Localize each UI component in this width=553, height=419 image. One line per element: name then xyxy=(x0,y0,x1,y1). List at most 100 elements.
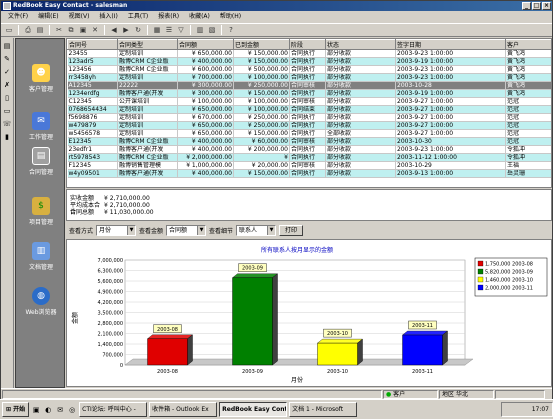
legend-entry: 2,000,000 2003-11 xyxy=(485,286,533,292)
table-cell: 黄飞鸿 xyxy=(505,73,551,82)
column-header[interactable]: 合同号 xyxy=(67,39,118,50)
y-tick-label: 700,000 xyxy=(102,353,123,359)
outlook-item-work[interactable]: ✉ 工作管理 xyxy=(16,112,66,141)
column-header[interactable]: 合同额 xyxy=(177,39,234,50)
ie-icon[interactable]: ◐ xyxy=(43,405,53,415)
table-row[interactable]: rr3458yh 定制培训 ¥ 700,000.00 ¥ 100,000.00 合同执行… xyxy=(67,73,551,82)
table-row[interactable]: rt5978543 融博CRM C企业版 ¥ 2,000,000.00 ¥ 合同执行 部分… xyxy=(67,153,551,162)
copy-icon[interactable]: ⧉ xyxy=(66,25,76,35)
outlook-item-customers[interactable]: ☻ 客户管理 xyxy=(16,64,66,93)
minimize-button[interactable]: _ xyxy=(522,2,531,10)
table-row[interactable]: w479879 定制培训 ¥ 650,000.00 ¥ 250,000.00 合同执行部… xyxy=(67,121,551,130)
table-row[interactable]: f5698876 定制培训 ¥ 670,000.00 ¥ 250,000.00 合同执行… xyxy=(67,113,551,122)
new-icon[interactable]: ▭ xyxy=(4,25,14,35)
amount-value: 合同额 xyxy=(169,226,188,234)
paste-icon[interactable]: ▣ xyxy=(78,25,88,35)
table-cell: ¥ 150,000.00 xyxy=(233,57,290,66)
calendar-icon[interactable]: ▥ xyxy=(195,25,205,35)
mark-icon[interactable]: ✓ xyxy=(2,67,12,77)
y-tick-label: 2,800,000 xyxy=(98,321,123,327)
grid-view-icon[interactable]: ▦ xyxy=(152,25,162,35)
outlook-item-documents[interactable]: ▥ 文档管理 xyxy=(16,242,66,271)
pen-icon[interactable]: ✎ xyxy=(2,54,12,64)
table-row[interactable]: w5456578 定制培训 ¥ 650,000.00 ¥ 150,000.00 合同执行… xyxy=(67,129,551,138)
table-cell: 2003-10-29 xyxy=(395,161,506,170)
outlook-item-projects[interactable]: $ 项目管理 xyxy=(16,197,66,226)
outlook-item-web[interactable]: ◍ Web浏览器 xyxy=(16,287,66,316)
table-cell: w4y09501 xyxy=(67,169,118,178)
bookmark-icon[interactable]: ▮ xyxy=(2,132,12,142)
table-row[interactable]: 23455 定制培训 ¥ 650,000.00 ¥ 150,000.00 合同执行 部分收… xyxy=(67,49,551,58)
view-mode-select[interactable]: 月份 ▼ xyxy=(96,224,137,236)
table-row[interactable]: A12345 22222 ¥ 300,000.00 ¥ 250,000.00 合同审核部… xyxy=(67,81,551,90)
outlook-item-contracts[interactable]: ▤ 合同管理 xyxy=(16,147,66,176)
table-cell: 23455 xyxy=(67,49,118,58)
column-header[interactable]: 已到金额 xyxy=(233,39,290,50)
task-button[interactable]: 收件箱 - Outlook Ex xyxy=(149,402,218,417)
cut-icon[interactable]: ✂ xyxy=(54,25,64,35)
table-cell: 合同执行 xyxy=(289,145,326,154)
menu-help[interactable]: 帮助(H) xyxy=(215,12,246,22)
doc-icon[interactable]: ▯ xyxy=(2,93,12,103)
table-row[interactable]: 1234erdfg 融博客户通(开发 ¥ 300,000.00 ¥ 150,000.0… xyxy=(67,89,551,98)
cross-icon[interactable]: ✗ xyxy=(2,80,12,90)
print-icon[interactable]: ⎙ xyxy=(23,25,33,35)
table-row[interactable]: E12345 融博CRM C企业版 ¥ 400,000.00 ¥ 60,000.00 合… xyxy=(67,137,551,146)
outlook-icon[interactable]: ✉ xyxy=(55,405,65,415)
menu-edit[interactable]: 编辑(E) xyxy=(33,12,63,22)
column-header[interactable]: 合同类型 xyxy=(117,39,178,50)
table-row[interactable]: C12345 公开课培训 ¥ 100,000.00 ¥ 100,000.00 合同审核部… xyxy=(67,97,551,106)
table-cell: 部分收款 xyxy=(325,121,396,130)
filter-icon[interactable]: ▽ xyxy=(176,25,186,35)
column-header[interactable]: 阶段 xyxy=(289,39,326,50)
task-button-active[interactable]: RedBook Easy Contac xyxy=(219,402,288,417)
tray-clock: 17:07 xyxy=(531,406,549,413)
y-tick-label: 2,100,000 xyxy=(98,332,123,338)
close-button[interactable]: × xyxy=(542,2,551,10)
phone-icon[interactable]: ☏ xyxy=(2,119,12,129)
menu-file[interactable]: 文件(F) xyxy=(3,12,33,22)
back-icon[interactable]: ◀ xyxy=(109,25,119,35)
task-button[interactable]: 文档 1 - Microsoft xyxy=(289,402,358,417)
column-header[interactable]: 签字日期 xyxy=(395,39,506,50)
detail-label: 查看细节 xyxy=(209,227,234,235)
folder-icon[interactable]: ▭ xyxy=(2,106,12,116)
menu-tools[interactable]: 工具(T) xyxy=(123,12,153,22)
table-row[interactable]: 123adr5 融博CRM C企业版 ¥ 400,000.00 ¥ 150,000.0… xyxy=(67,57,551,66)
view-icon[interactable]: ▤ xyxy=(2,41,12,51)
help-icon[interactable]: ? xyxy=(226,25,236,35)
menu-view[interactable]: 视图(V) xyxy=(64,12,95,22)
table-row[interactable]: 23edfr1 融博客户通(开发 ¥ 400,000.00 ¥ 200,000.00 合… xyxy=(67,145,551,154)
table-cell: w479879 xyxy=(67,121,118,130)
work-icon: ✉ xyxy=(32,112,50,130)
column-header[interactable]: 状态 xyxy=(325,39,396,50)
menu-favorites[interactable]: 收藏(A) xyxy=(184,12,215,22)
desktop-icon[interactable]: ▣ xyxy=(31,405,41,415)
maximize-button[interactable]: □ xyxy=(532,2,541,10)
task-button[interactable]: CTI论坛: 呼叫中心 - xyxy=(79,402,148,417)
report-icon[interactable]: ▧ xyxy=(207,25,217,35)
print-button[interactable]: 打印 xyxy=(279,224,304,236)
refresh-icon[interactable]: ↻ xyxy=(133,25,143,35)
forward-icon[interactable]: ▶ xyxy=(121,25,131,35)
table-row[interactable]: w4y09501 融博客户通(开发 ¥ 400,000.00 ¥ 150,000.00… xyxy=(67,169,551,178)
table-row[interactable]: 123456 融博CRM C企业版 ¥ 600,000.00 ¥ 500,000.00… xyxy=(67,65,551,74)
table-cell: ¥ 60,000.00 xyxy=(233,137,290,146)
media-icon[interactable]: ◎ xyxy=(67,405,77,415)
preview-icon[interactable]: ▤ xyxy=(35,25,45,35)
table-row[interactable]: F12345 融博销售管理模 ¥ 1,000,000.00 ¥ 20,000.00 合同… xyxy=(67,161,551,170)
amount-select[interactable]: 合同额 ▼ xyxy=(166,224,207,236)
table-cell: 定制培训 xyxy=(117,129,178,138)
bar-top xyxy=(146,334,194,339)
menu-reports[interactable]: 报表(R) xyxy=(153,12,184,22)
table-cell: 部分收款 xyxy=(325,153,396,162)
delete-icon[interactable]: ✕ xyxy=(90,25,100,35)
table-cell: rt5978543 xyxy=(67,153,118,162)
table-row[interactable]: 0768654434 定制培训 ¥ 650,000.00 ¥ 100,000.00 合同… xyxy=(67,105,551,114)
detail-select[interactable]: 联系人 ▼ xyxy=(236,224,277,236)
toolbar-separator xyxy=(147,25,148,35)
start-button[interactable]: ⊞ 开始 xyxy=(2,402,30,417)
column-header[interactable]: 客户 xyxy=(505,39,551,50)
list-view-icon[interactable]: ☰ xyxy=(164,25,174,35)
menu-insert[interactable]: 插入(I) xyxy=(94,12,122,22)
